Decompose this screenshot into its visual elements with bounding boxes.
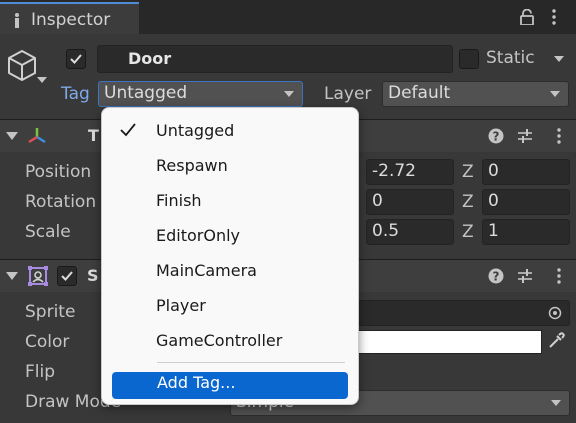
sprite-label: Sprite	[25, 302, 76, 322]
menu-item-add-tag[interactable]: Add Tag...	[112, 372, 348, 399]
inspector-tab[interactable]: Inspector	[0, 2, 139, 34]
svg-text:?: ?	[493, 270, 500, 284]
layer-dropdown-value: Default	[388, 83, 451, 103]
chevron-down-icon	[550, 91, 560, 97]
menu-item-gamecontroller[interactable]: GameController	[102, 326, 358, 361]
foldout-arrow-icon[interactable]	[6, 272, 18, 280]
foldout-arrow-icon[interactable]	[6, 132, 18, 140]
tab-title: Inspector	[31, 10, 111, 30]
more-options-icon[interactable]	[551, 9, 557, 25]
sprite-renderer-enabled-checkbox[interactable]	[57, 266, 77, 286]
sprite-renderer-title: S	[87, 266, 99, 285]
object-picker-icon[interactable]	[548, 306, 562, 320]
position-label: Position	[25, 162, 92, 182]
help-icon[interactable]: ?	[488, 128, 504, 144]
sprite-renderer-icon	[28, 266, 48, 286]
presets-icon[interactable]	[517, 128, 533, 144]
position-z-field[interactable]: 0	[482, 159, 570, 185]
menu-item-player[interactable]: Player	[102, 291, 358, 326]
layer-label: Layer	[324, 84, 372, 104]
color-label: Color	[25, 332, 70, 352]
component-menu-icon[interactable]	[551, 268, 567, 284]
component-menu-icon[interactable]	[551, 128, 567, 144]
gameobject-cube-icon[interactable]	[7, 48, 41, 86]
menu-separator	[157, 362, 345, 363]
z-axis-label: Z	[462, 192, 474, 212]
chevron-down-icon	[551, 400, 561, 406]
rotation-z-field[interactable]: 0	[482, 189, 570, 215]
tag-label: Tag	[61, 84, 90, 104]
static-label: Static	[486, 48, 535, 68]
menu-item-untagged[interactable]: Untagged	[102, 116, 358, 151]
help-icon[interactable]: ?	[488, 268, 504, 284]
menu-item-editoronly[interactable]: EditorOnly	[102, 221, 358, 256]
object-name-field[interactable]: Door	[97, 45, 453, 73]
position-y-field[interactable]: -2.72	[366, 159, 454, 185]
icon-dropdown-arrow-icon[interactable]	[37, 77, 47, 83]
active-checkbox[interactable]	[66, 49, 86, 69]
static-dropdown-arrow-icon[interactable]	[554, 56, 564, 62]
tag-dropdown-menu: Untagged Respawn Finish EditorOnly MainC…	[101, 107, 359, 405]
tag-dropdown[interactable]: Untagged	[98, 81, 303, 107]
eyedropper-icon[interactable]	[547, 332, 565, 350]
z-axis-label: Z	[462, 162, 474, 182]
rotation-y-field[interactable]: 0	[366, 189, 454, 215]
info-icon	[15, 13, 19, 28]
presets-icon[interactable]	[517, 268, 533, 284]
scale-label: Scale	[25, 222, 71, 242]
lock-icon[interactable]	[520, 9, 534, 25]
checkmark-icon	[70, 54, 82, 64]
scale-z-field[interactable]: 1	[482, 219, 570, 245]
menu-item-maincamera[interactable]: MainCamera	[102, 256, 358, 291]
z-axis-label: Z	[462, 222, 474, 242]
menu-item-finish[interactable]: Finish	[102, 186, 358, 221]
chevron-down-icon	[284, 91, 294, 97]
transform-icon	[28, 128, 46, 144]
checkmark-icon	[61, 271, 73, 281]
tag-dropdown-value: Untagged	[104, 83, 188, 103]
menu-item-respawn[interactable]: Respawn	[102, 151, 358, 186]
scale-y-field[interactable]: 0.5	[366, 219, 454, 245]
svg-text:?: ?	[493, 130, 500, 144]
transform-title: T	[88, 126, 99, 145]
flip-label: Flip	[25, 362, 56, 382]
static-checkbox[interactable]	[459, 49, 479, 69]
rotation-label: Rotation	[25, 192, 97, 212]
layer-dropdown[interactable]: Default	[382, 81, 569, 107]
